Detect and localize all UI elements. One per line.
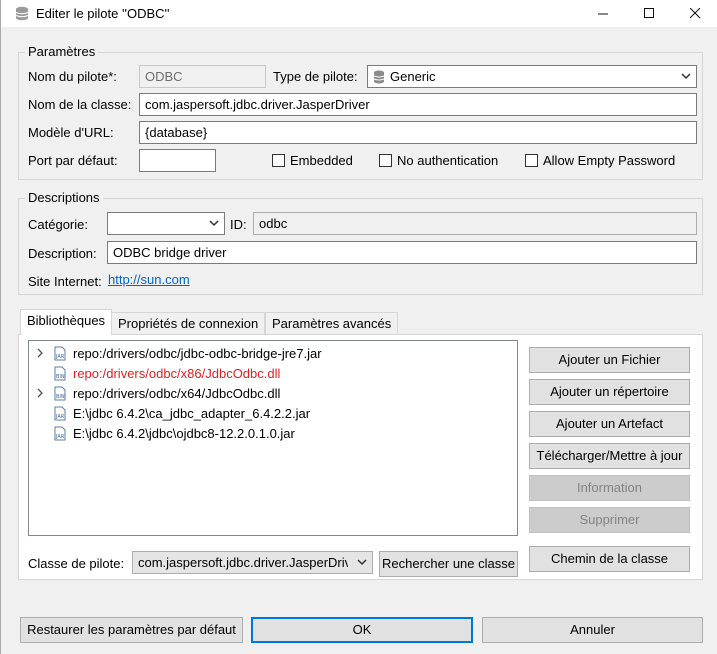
ajouter-repertoire-button[interactable]: Ajouter un répertoire bbox=[529, 379, 690, 405]
svg-text:JAR: JAR bbox=[55, 354, 65, 360]
embedded-label: Embedded bbox=[290, 153, 353, 168]
supprimer-button[interactable]: Supprimer bbox=[529, 507, 690, 533]
ajouter-artefact-button[interactable]: Ajouter un Artefact bbox=[529, 411, 690, 437]
information-button[interactable]: Information bbox=[529, 475, 690, 501]
categorie-label: Catégorie: bbox=[28, 217, 88, 232]
checkbox-box bbox=[525, 154, 538, 167]
bin-file-icon: BIN bbox=[54, 386, 66, 400]
modele-url-label: Modèle d'URL: bbox=[28, 125, 114, 140]
minimize-icon bbox=[597, 13, 608, 15]
allow-empty-password-label: Allow Empty Password bbox=[543, 153, 676, 168]
maximize-icon bbox=[643, 8, 654, 18]
type-pilote-label: Type de pilote: bbox=[273, 69, 358, 84]
nom-pilote-field[interactable]: ODBC bbox=[139, 65, 266, 88]
title-bar: Editer le pilote ''ODBC'' bbox=[1, 0, 717, 27]
port-label: Port par défaut: bbox=[28, 153, 118, 168]
chemin-classe-button[interactable]: Chemin de la classe bbox=[529, 546, 690, 572]
bin-file-icon: BIN bbox=[54, 366, 66, 380]
description-label: Description: bbox=[28, 246, 97, 261]
allow-empty-password-checkbox[interactable]: Allow Empty Password bbox=[525, 153, 675, 168]
annuler-button[interactable]: Annuler bbox=[482, 617, 703, 643]
chevron-down-icon bbox=[357, 559, 367, 566]
library-tree[interactable]: JAR repo:/drivers/odbc/jdbc-odbc-bridge-… bbox=[28, 340, 518, 536]
expand-chevron-icon[interactable] bbox=[35, 348, 45, 358]
ajouter-fichier-button[interactable]: Ajouter un Fichier bbox=[529, 347, 690, 373]
checkbox-box bbox=[379, 154, 392, 167]
minimize-button[interactable] bbox=[580, 0, 626, 27]
expand-chevron-icon[interactable] bbox=[35, 388, 45, 398]
library-path: E:\jdbc 6.4.2\jdbc\ojdbc8-12.2.0.1.0.jar bbox=[73, 425, 295, 441]
id-field[interactable]: odbc bbox=[253, 212, 697, 235]
library-item[interactable]: BIN repo:/drivers/odbc/x64/JdbcOdbc.dll bbox=[35, 383, 280, 403]
parametres-legend: Paramètres bbox=[25, 44, 99, 59]
tab-parametres-avances[interactable]: Paramètres avancés bbox=[265, 312, 399, 334]
library-path: E:\jdbc 6.4.2\ca_jdbc_adapter_6.4.2.2.ja… bbox=[73, 405, 311, 421]
descriptions-legend: Descriptions bbox=[25, 190, 103, 205]
jar-file-icon: JAR bbox=[54, 426, 66, 440]
library-item[interactable]: JAR E:\jdbc 6.4.2\jdbc\ojdbc8-12.2.0.1.0… bbox=[35, 423, 295, 443]
jar-file-icon: JAR bbox=[54, 406, 66, 420]
tab-proprietes-connexion[interactable]: Propriétés de connexion bbox=[111, 312, 266, 334]
site-internet-label: Site Internet: bbox=[28, 274, 102, 289]
modele-url-field[interactable]: {database} bbox=[139, 121, 697, 144]
site-internet-link[interactable]: http://sun.com bbox=[108, 272, 190, 287]
port-field[interactable] bbox=[139, 149, 216, 172]
classe-pilote-value: com.jaspersoft.jdbc.driver.JasperDriv bbox=[138, 555, 348, 570]
svg-text:BIN: BIN bbox=[56, 394, 65, 400]
type-pilote-select[interactable]: Generic bbox=[367, 65, 697, 88]
maximize-button[interactable] bbox=[626, 0, 672, 27]
library-item[interactable]: JAR E:\jdbc 6.4.2\ca_jdbc_adapter_6.4.2.… bbox=[35, 403, 310, 423]
description-field[interactable]: ODBC bridge driver bbox=[107, 241, 697, 264]
library-path-error: repo:/drivers/odbc/x86/JdbcOdbc.dll bbox=[73, 365, 281, 381]
checkbox-box bbox=[272, 154, 285, 167]
database-icon bbox=[15, 6, 29, 21]
library-item[interactable]: JAR repo:/drivers/odbc/jdbc-odbc-bridge-… bbox=[35, 343, 322, 363]
svg-text:JAR: JAR bbox=[55, 434, 65, 440]
close-button[interactable] bbox=[672, 0, 717, 27]
no-authentication-checkbox[interactable]: No authentication bbox=[379, 153, 498, 168]
no-authentication-label: No authentication bbox=[397, 153, 499, 168]
restaurer-defaut-button[interactable]: Restaurer les paramètres par défaut bbox=[20, 617, 243, 643]
window-title: Editer le pilote ''ODBC'' bbox=[36, 6, 170, 21]
close-icon bbox=[689, 8, 700, 19]
type-pilote-value: Generic bbox=[390, 69, 436, 84]
database-icon bbox=[373, 70, 385, 84]
svg-text:JAR: JAR bbox=[55, 414, 65, 420]
classe-pilote-label: Classe de pilote: bbox=[28, 556, 125, 571]
ok-button[interactable]: OK bbox=[251, 617, 473, 643]
classe-pilote-select[interactable]: com.jaspersoft.jdbc.driver.JasperDriv bbox=[132, 551, 373, 574]
library-path: repo:/drivers/odbc/jdbc-odbc-bridge-jre7… bbox=[73, 345, 322, 361]
id-label: ID: bbox=[230, 217, 247, 232]
chevron-down-icon bbox=[209, 220, 219, 227]
library-item[interactable]: BIN repo:/drivers/odbc/x86/JdbcOdbc.dll bbox=[35, 363, 280, 383]
tab-bibliotheques[interactable]: Bibliothèques bbox=[20, 309, 113, 335]
chevron-down-icon bbox=[681, 73, 691, 80]
jar-file-icon: JAR bbox=[54, 346, 66, 360]
telecharger-button[interactable]: Télécharger/Mettre à jour bbox=[529, 443, 690, 469]
embedded-checkbox[interactable]: Embedded bbox=[272, 153, 353, 168]
library-path: repo:/drivers/odbc/x64/JdbcOdbc.dll bbox=[73, 385, 281, 401]
driver-dialog: Editer le pilote ''ODBC'' Paramètres Nom… bbox=[0, 0, 717, 654]
categorie-select[interactable] bbox=[107, 212, 225, 235]
nom-pilote-label: Nom du pilote*: bbox=[28, 69, 117, 84]
rechercher-classe-button[interactable]: Rechercher une classe bbox=[379, 551, 518, 577]
nom-classe-label: Nom de la classe: bbox=[28, 97, 132, 112]
nom-classe-field[interactable]: com.jaspersoft.jdbc.driver.JasperDriver bbox=[139, 93, 697, 116]
svg-text:BIN: BIN bbox=[56, 374, 65, 380]
